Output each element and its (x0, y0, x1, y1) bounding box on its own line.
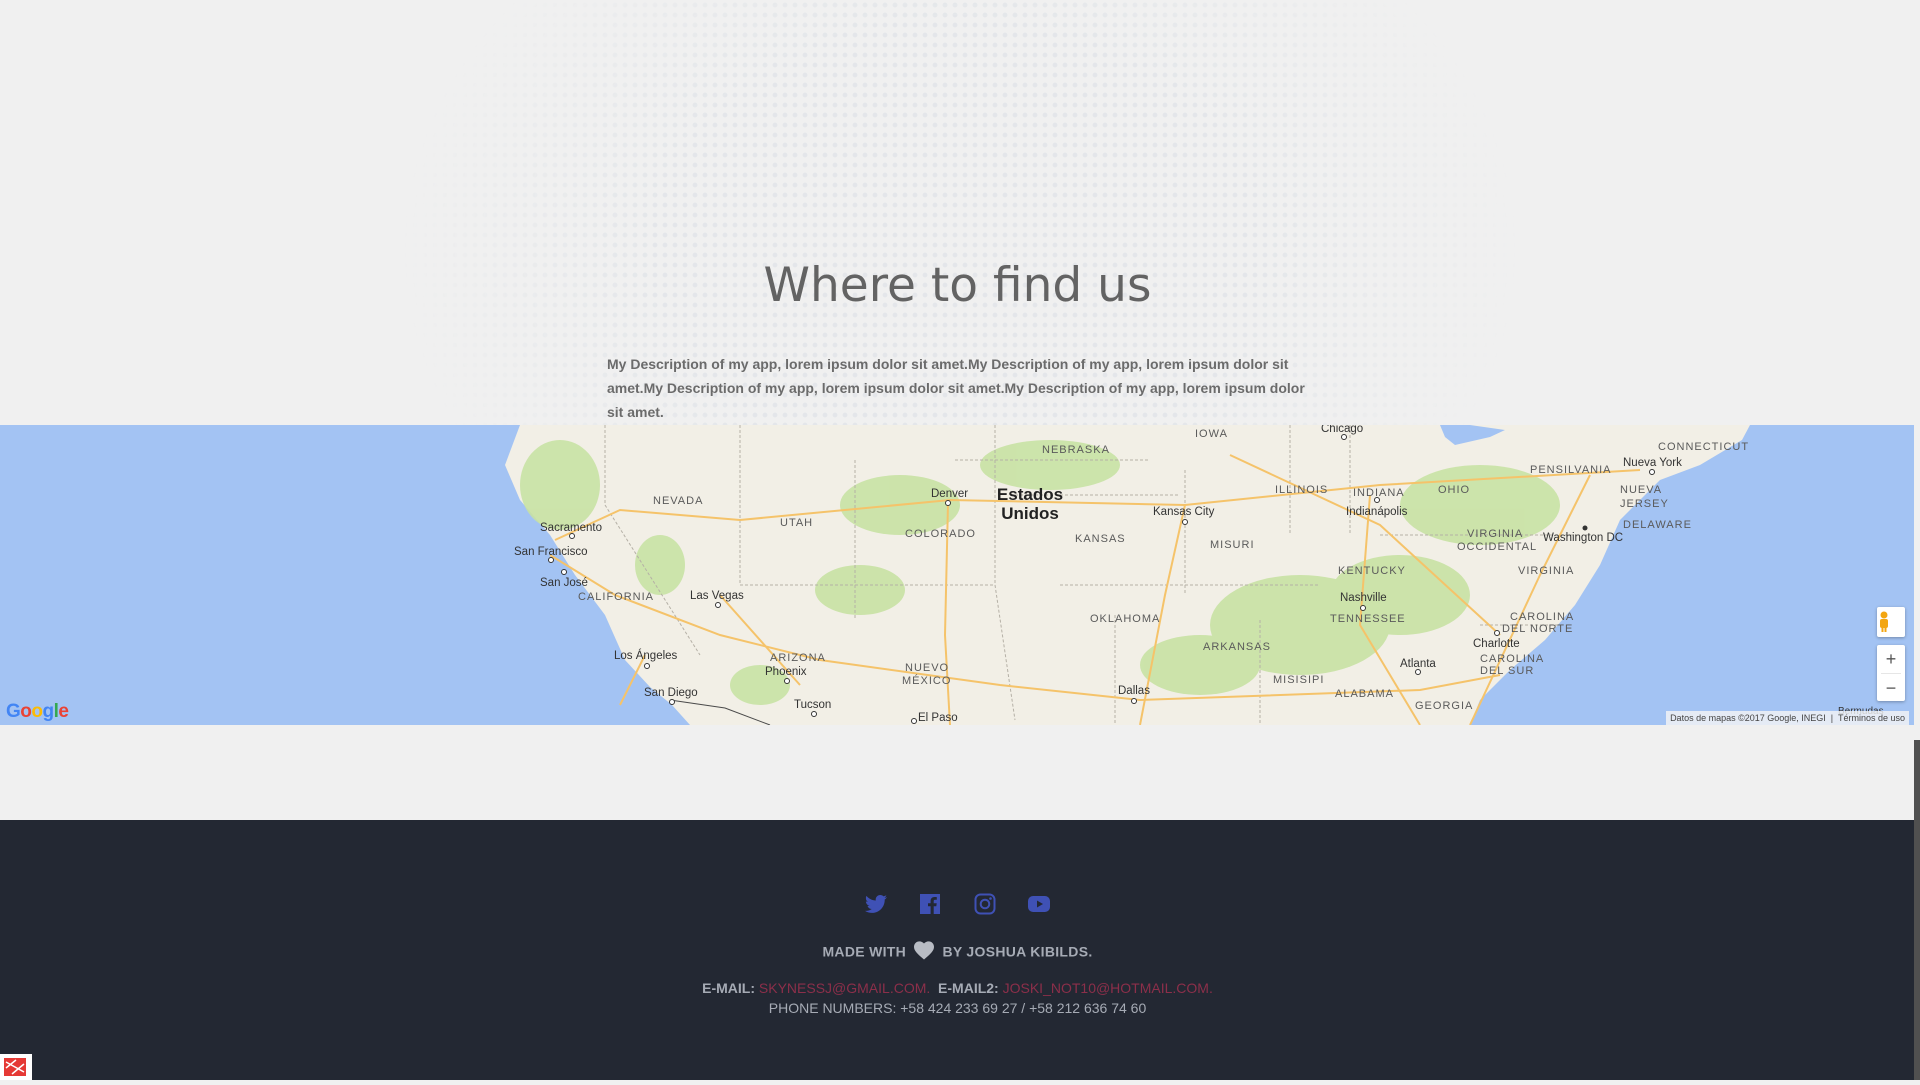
instagram-icon[interactable] (972, 892, 998, 918)
svg-text:NEBRASKA: NEBRASKA (1042, 444, 1110, 456)
svg-text:CALIFORNIA: CALIFORNIA (578, 591, 654, 603)
svg-text:ARKANSAS: ARKANSAS (1203, 641, 1271, 653)
map-attribution: Datos de mapas ©2017 Google, INEGI | Tér… (1666, 711, 1909, 725)
svg-text:San Francisco: San Francisco (514, 546, 588, 558)
facebook-icon[interactable] (917, 892, 943, 918)
zoom-out-button[interactable]: − (1877, 674, 1905, 702)
street-view-pegman-icon[interactable] (1877, 607, 1905, 637)
svg-text:Atlanta: Atlanta (1400, 658, 1436, 670)
svg-text:ILLINOIS: ILLINOIS (1275, 484, 1328, 496)
svg-text:Chicago: Chicago (1321, 425, 1363, 435)
svg-text:Phoenix: Phoenix (765, 666, 807, 678)
google-map[interactable]: NEBRASKA IOWA NEVADA UTAH COLORADO KANSA… (0, 425, 1915, 725)
email2-label: E-MAIL2: (938, 980, 999, 996)
svg-text:MISURI: MISURI (1210, 539, 1255, 551)
svg-text:IOWA: IOWA (1195, 428, 1228, 440)
svg-text:JERSEY: JERSEY (1620, 498, 1669, 510)
svg-text:Dallas: Dallas (1118, 685, 1150, 697)
svg-text:KANSAS: KANSAS (1075, 533, 1126, 545)
svg-text:Estados: Estados (997, 485, 1063, 504)
svg-text:Indianápolis: Indianápolis (1346, 506, 1408, 518)
page-scrollbar[interactable] (1914, 0, 1920, 1080)
svg-text:Washington DC: Washington DC (1543, 532, 1623, 544)
browser-extension-icon[interactable] (0, 1054, 32, 1080)
email2-link[interactable]: JOSKI_NOT10@HOTMAIL.COM. (1003, 980, 1213, 996)
svg-text:MISISIPI: MISISIPI (1273, 674, 1324, 686)
scrollbar-thumb[interactable] (1914, 740, 1920, 1080)
footer: MADE WITH BY JOSHUA KIBILDS. E-MAIL: SKY… (0, 820, 1915, 1080)
svg-text:DEL SUR: DEL SUR (1480, 665, 1534, 677)
map-water-gulf (1470, 705, 1600, 725)
svg-text:Sacramento: Sacramento (540, 522, 602, 534)
svg-text:Charlotte: Charlotte (1473, 638, 1520, 650)
svg-text:Kansas City: Kansas City (1153, 506, 1215, 518)
made-with-credit: MADE WITH BY JOSHUA KIBILDS. (0, 940, 1915, 963)
svg-text:COLORADO: COLORADO (905, 528, 976, 540)
youtube-icon[interactable] (1026, 892, 1052, 918)
svg-text:NUEVA: NUEVA (1620, 484, 1662, 496)
map-country-label: Estados Unidos (997, 485, 1063, 523)
svg-text:Tucson: Tucson (794, 699, 831, 711)
made-with-prefix: MADE WITH (822, 943, 907, 960)
email-line: E-MAIL: SKYNESSJ@GMAIL.COM. E-MAIL2: JOS… (0, 980, 1915, 996)
google-logo[interactable]: Google (6, 701, 69, 723)
social-links (0, 892, 1915, 918)
svg-text:VIRGINIA: VIRGINIA (1518, 565, 1574, 577)
svg-text:El Paso: El Paso (918, 712, 958, 724)
svg-text:TENNESSEE: TENNESSEE (1330, 613, 1406, 625)
twitter-icon[interactable] (863, 892, 889, 918)
svg-text:KENTUCKY: KENTUCKY (1338, 565, 1406, 577)
svg-text:Nueva York: Nueva York (1623, 457, 1682, 469)
svg-text:San Diego: San Diego (644, 687, 698, 699)
svg-text:Las Vegas: Las Vegas (690, 590, 744, 602)
svg-text:NEVADA: NEVADA (653, 495, 703, 507)
zoom-in-button[interactable]: + (1877, 645, 1905, 673)
svg-text:UTAH: UTAH (780, 517, 813, 529)
svg-text:NUEVO: NUEVO (905, 662, 949, 674)
svg-text:MÉXICO: MÉXICO (902, 674, 951, 687)
section-description: My Description of my app, lorem ipsum do… (607, 356, 1305, 420)
svg-text:OKLAHOMA: OKLAHOMA (1090, 613, 1160, 625)
heart-icon (913, 940, 935, 963)
made-with-suffix: BY JOSHUA KIBILDS. (942, 943, 1093, 960)
svg-text:DEL NORTE: DEL NORTE (1502, 623, 1573, 635)
svg-text:VIRGINIA: VIRGINIA (1467, 528, 1523, 540)
zoom-controls: + − (1877, 645, 1905, 701)
email-label: E-MAIL: (702, 980, 756, 996)
map-canvas[interactable]: NEBRASKA IOWA NEVADA UTAH COLORADO KANSA… (0, 425, 1915, 725)
svg-text:CAROLINA: CAROLINA (1510, 611, 1574, 623)
map-terms-link[interactable]: Términos de uso (1838, 713, 1905, 723)
svg-text:CAROLINA: CAROLINA (1480, 653, 1544, 665)
svg-text:OCCIDENTAL: OCCIDENTAL (1457, 541, 1537, 553)
svg-text:San José: San José (540, 577, 588, 589)
email-link[interactable]: SKYNESSJ@GMAIL.COM. (759, 980, 930, 996)
map-data-credit: Datos de mapas ©2017 Google, INEGI (1670, 713, 1826, 723)
phone-numbers: PHONE NUMBERS: +58 424 233 69 27 / +58 2… (768, 1000, 1147, 1016)
svg-text:Unidos: Unidos (1001, 504, 1059, 523)
svg-text:Denver: Denver (931, 488, 968, 500)
svg-text:OHIO: OHIO (1438, 484, 1470, 496)
svg-text:Nashville: Nashville (1340, 592, 1387, 604)
svg-text:CONNECTICUT: CONNECTICUT (1658, 441, 1749, 453)
section-title: Where to find us (763, 258, 1152, 313)
svg-text:PENSILVANIA: PENSILVANIA (1530, 464, 1612, 476)
svg-text:INDIANA: INDIANA (1353, 487, 1405, 499)
svg-text:Los Ángeles: Los Ángeles (614, 649, 678, 662)
svg-text:ALABAMA: ALABAMA (1335, 688, 1394, 700)
svg-text:ARIZONA: ARIZONA (770, 652, 826, 664)
svg-text:DELAWARE: DELAWARE (1623, 519, 1692, 531)
svg-text:GEORGIA: GEORGIA (1415, 700, 1473, 712)
